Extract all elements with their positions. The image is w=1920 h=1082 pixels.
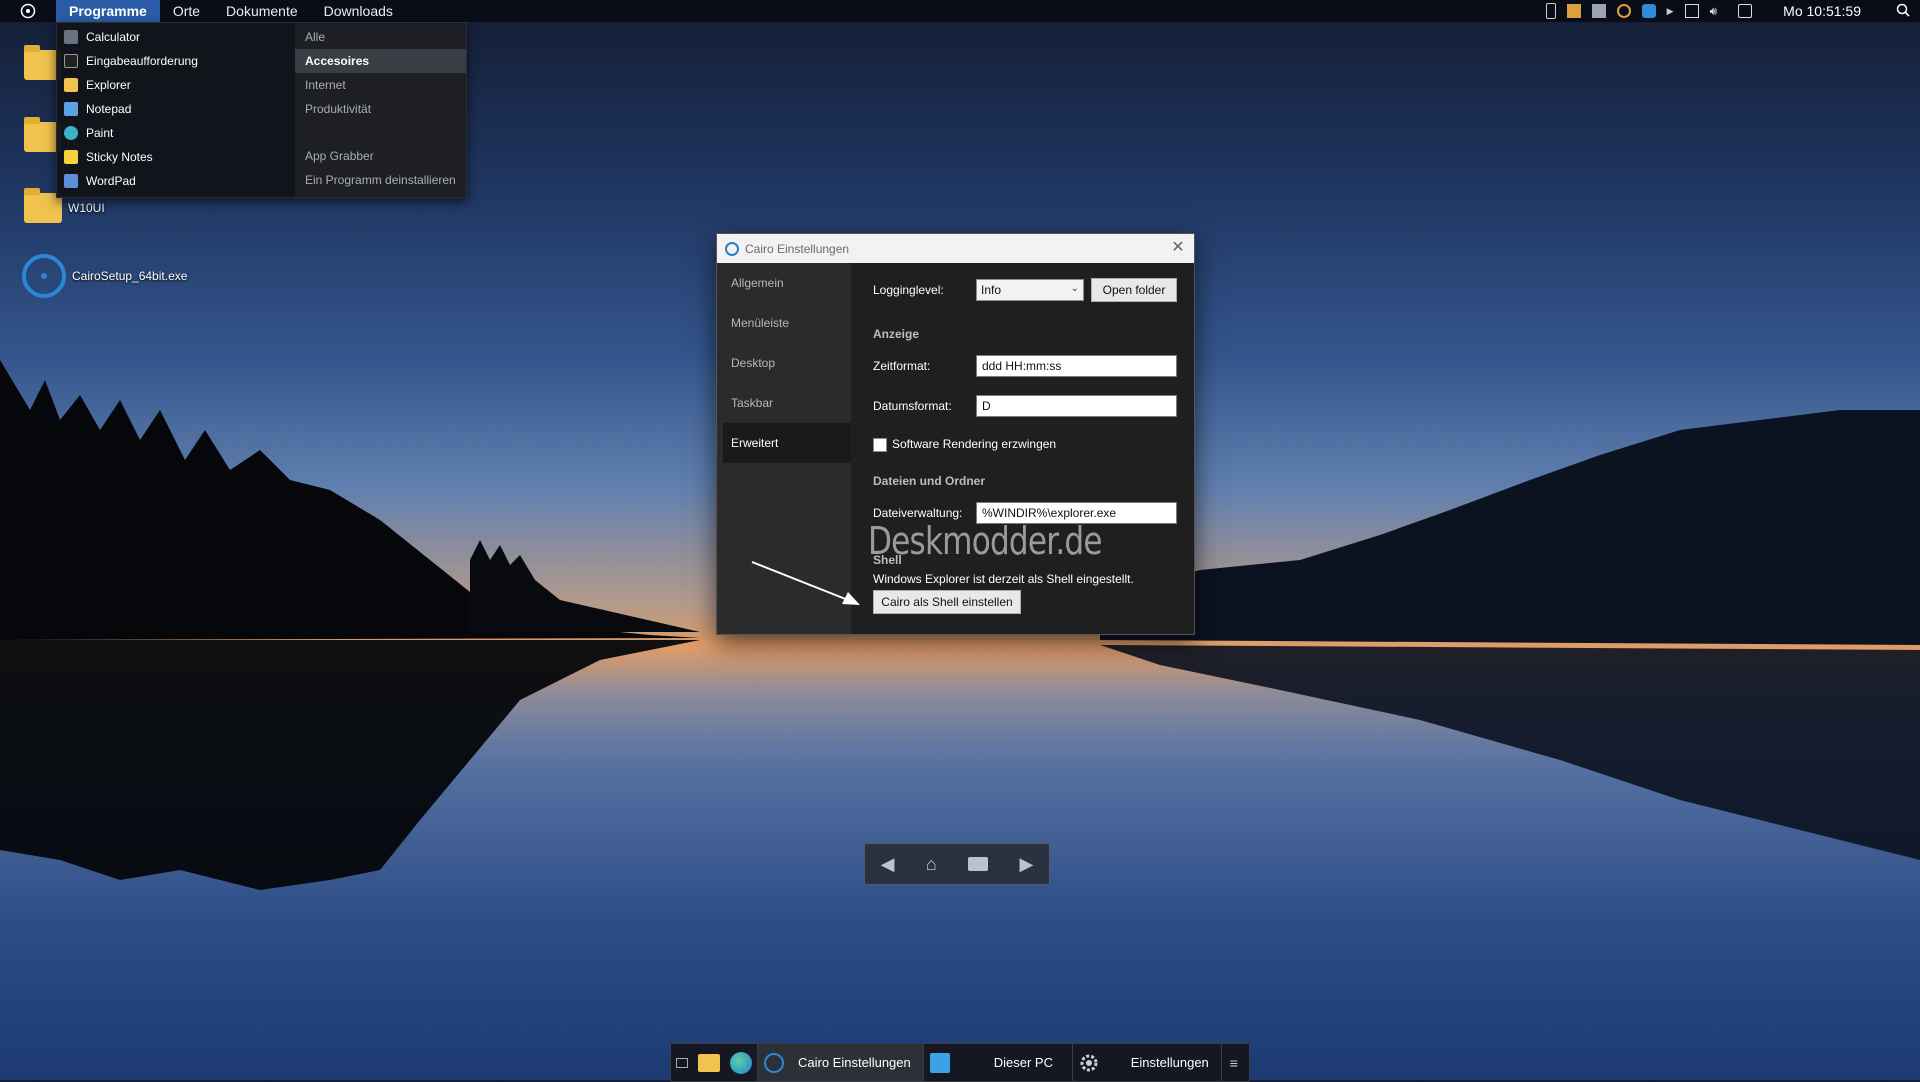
taskbar: Cairo Einstellungen Dieser PC Einstellun… — [670, 1043, 1250, 1082]
window-title: Cairo Einstellungen — [745, 241, 850, 256]
edge-icon[interactable] — [730, 1051, 752, 1074]
cairo-logo-icon[interactable] — [0, 0, 56, 22]
app-eingabeaufforderung[interactable]: Eingabeaufforderung — [57, 49, 295, 73]
logging-level-select[interactable]: Info ⌄ — [976, 279, 1084, 301]
chevron-down-icon: ⌄ — [1070, 283, 1079, 294]
time-format-label: Zeitformat: — [873, 359, 931, 373]
system-tray: ▶ 🔊︎ Mo 10:51:59 — [1545, 0, 1920, 22]
app-list: Calculator Eingabeaufforderung Explorer … — [57, 23, 295, 197]
search-icon[interactable] — [1896, 3, 1910, 20]
cairo-setup-icon — [22, 254, 66, 298]
taskbar-menu-icon[interactable]: ≡ — [1220, 1044, 1246, 1081]
cairo-window-icon — [725, 241, 739, 256]
programs-menu: Calculator Eingabeaufforderung Explorer … — [56, 22, 467, 198]
back-icon[interactable]: ◀ — [881, 854, 895, 875]
file-manager-label: Dateiverwaltung: — [873, 506, 963, 520]
notification-icon[interactable] — [1738, 4, 1753, 18]
explorer-icon — [64, 78, 78, 92]
section-dateien-und-ordner: Dateien und Ordner — [873, 474, 986, 488]
category-internet[interactable]: Internet — [295, 73, 466, 97]
category-alle[interactable]: Alle — [295, 25, 466, 49]
paint-icon — [64, 126, 78, 140]
network-icon[interactable] — [1684, 4, 1699, 18]
annotation-arrow — [751, 561, 860, 605]
sticky-notes-icon — [64, 150, 78, 164]
nav-erweitert[interactable]: Erweitert — [723, 423, 851, 463]
menu-orte[interactable]: Orte — [160, 0, 213, 22]
nav-taskbar[interactable]: Taskbar — [717, 383, 851, 423]
menu-bar: Programme Orte Dokumente Downloads ▶ 🔊︎ … — [0, 0, 1920, 22]
clock[interactable]: Mo 10:51:59 — [1783, 3, 1861, 19]
open-folder-button[interactable]: Open folder — [1091, 278, 1177, 302]
desktop-nav-widget: ◀ ⌂ ▶ — [864, 843, 1050, 885]
cairo-task-icon — [764, 1052, 784, 1073]
tray-expand-icon[interactable]: ▶ — [1667, 6, 1674, 17]
app-paint[interactable]: Paint — [57, 121, 295, 145]
app-notepad[interactable]: Notepad — [57, 97, 295, 121]
desktop-icon-label: CairoSetup_64bit.exe — [72, 269, 188, 283]
software-rendering-label: Software Rendering erzwingen — [892, 437, 1057, 451]
defender-icon[interactable] — [1641, 4, 1656, 18]
show-desktop-icon[interactable] — [676, 1057, 688, 1068]
menu-downloads[interactable]: Downloads — [311, 0, 406, 22]
explorer-quicklaunch-icon[interactable] — [698, 1053, 720, 1072]
wordpad-icon — [64, 174, 78, 188]
shell-status-text: Windows Explorer ist derzeit als Shell e… — [873, 572, 1134, 586]
logging-label: Logginglevel: — [873, 283, 944, 297]
terminal-icon — [64, 54, 78, 68]
category-accesoires[interactable]: Accesoires — [295, 49, 466, 73]
software-rendering-checkbox[interactable] — [873, 438, 887, 452]
category-list: Alle Accesoires Internet Produktivität A… — [295, 23, 466, 197]
app-tray-icon[interactable] — [1566, 4, 1581, 18]
app-explorer[interactable]: Explorer — [57, 73, 295, 97]
folder-nav-icon[interactable] — [968, 857, 989, 871]
section-anzeige: Anzeige — [873, 327, 920, 341]
gear-icon — [1079, 1053, 1099, 1073]
desktop-icon-cairosetup[interactable]: CairoSetup_64bit.exe — [20, 252, 187, 300]
display-icon[interactable] — [1591, 4, 1606, 18]
app-wordpad[interactable]: WordPad — [57, 169, 295, 193]
window-titlebar[interactable]: Cairo Einstellungen ✕ — [717, 234, 1194, 263]
date-format-label: Datumsformat: — [873, 399, 952, 413]
notepad-icon — [64, 102, 78, 116]
volume-icon[interactable]: 🔊︎ — [1710, 4, 1718, 19]
settings-content: Logginglevel: Info ⌄ Open folder Anzeige … — [851, 263, 1194, 634]
task-dieser-pc[interactable]: Dieser PC — [922, 1044, 1072, 1081]
app-calculator[interactable]: Calculator — [57, 25, 295, 49]
calculator-icon — [64, 30, 78, 44]
date-format-input[interactable]: D — [976, 395, 1177, 417]
app-sticky-notes[interactable]: Sticky Notes — [57, 145, 295, 169]
app-grabber-item[interactable]: App Grabber — [295, 144, 466, 168]
computer-icon — [929, 1052, 950, 1073]
watermark: Deskmodder.de — [868, 519, 1103, 563]
task-cairo-einstellungen[interactable]: Cairo Einstellungen — [757, 1044, 923, 1081]
usb-icon[interactable] — [1545, 3, 1556, 19]
category-produktivitaet[interactable]: Produktivität — [295, 97, 466, 121]
uninstall-program-item[interactable]: Ein Programm deinstallieren — [295, 168, 466, 192]
menu-programme[interactable]: Programme — [56, 0, 160, 22]
desktop-icon-label: W10UI — [68, 201, 105, 215]
forward-icon[interactable]: ▶ — [1019, 854, 1033, 875]
home-icon[interactable]: ⌂ — [926, 854, 937, 875]
menu-dokumente[interactable]: Dokumente — [213, 0, 311, 22]
time-format-input[interactable]: ddd HH:mm:ss — [976, 355, 1177, 377]
close-button[interactable]: ✕ — [1168, 238, 1188, 258]
nav-desktop[interactable]: Desktop — [717, 343, 851, 383]
sync-icon[interactable] — [1616, 4, 1631, 18]
set-cairo-shell-button[interactable]: Cairo als Shell einstellen — [873, 590, 1021, 614]
task-einstellungen[interactable]: Einstellungen — [1071, 1044, 1221, 1081]
nav-menueleiste[interactable]: Menüleiste — [717, 303, 851, 343]
nav-allgemein[interactable]: Allgemein — [717, 263, 851, 303]
